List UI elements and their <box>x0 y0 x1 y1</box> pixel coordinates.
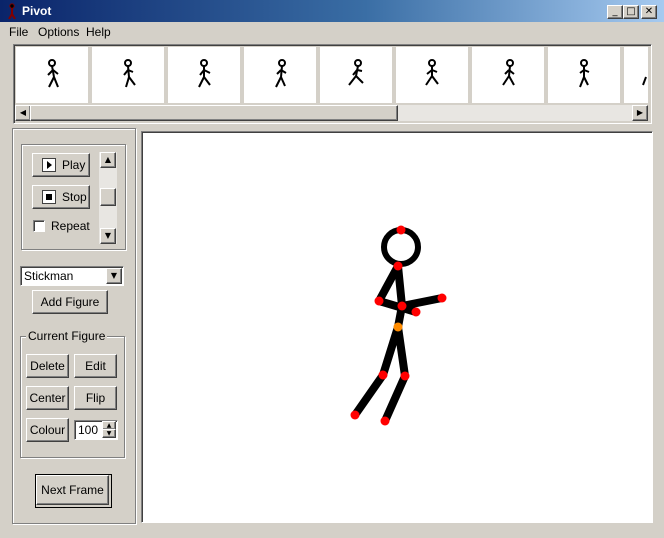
scrollbar-thumb[interactable] <box>30 105 398 121</box>
frames-strip[interactable]: ◀ ▶ <box>13 44 652 124</box>
frame-thumbnail[interactable] <box>16 47 88 103</box>
repeat-label: Repeat <box>51 219 90 233</box>
stop-label: Stop <box>62 190 87 204</box>
next-frame-button[interactable]: Next Frame <box>35 474 112 508</box>
speed-scrollbar[interactable]: ▲ ▼ <box>99 152 117 244</box>
scroll-up-arrow-icon[interactable]: ▲ <box>100 152 116 168</box>
delete-button[interactable]: Delete <box>26 354 69 378</box>
frame-thumbnail[interactable] <box>472 47 544 103</box>
next-frame-label: Next Frame <box>36 475 109 505</box>
play-label: Play <box>62 158 86 172</box>
spin-down-icon[interactable]: ▼ <box>102 429 116 438</box>
title-bar: Pivot _ □ ✕ <box>0 0 664 22</box>
figure-type-value: Stickman <box>24 269 74 283</box>
stop-icon <box>42 190 56 204</box>
frame-thumbnail[interactable] <box>548 47 620 103</box>
menu-file[interactable]: File <box>9 25 28 39</box>
repeat-checkbox[interactable] <box>33 220 45 232</box>
current-figure-group-label: Current Figure <box>26 329 108 343</box>
edit-button[interactable]: Edit <box>74 354 117 378</box>
scroll-down-arrow-icon[interactable]: ▼ <box>100 228 116 244</box>
stickman-app-icon <box>8 3 16 19</box>
scroll-left-arrow-icon[interactable]: ◀ <box>15 105 31 121</box>
frames-horizontal-scrollbar[interactable]: ◀ ▶ <box>15 105 648 121</box>
center-button[interactable]: Center <box>26 386 69 410</box>
scroll-right-arrow-icon[interactable]: ▶ <box>632 105 648 121</box>
frame-thumbnail[interactable] <box>320 47 392 103</box>
drawing-canvas[interactable] <box>141 131 653 523</box>
window-title: Pivot <box>22 4 52 18</box>
frame-thumbnail[interactable] <box>396 47 468 103</box>
stickman-figure[interactable] <box>142 132 652 522</box>
colour-button[interactable]: Colour <box>26 418 69 442</box>
size-spinner[interactable]: 100 ▲ ▼ <box>74 420 118 440</box>
frame-thumbnail[interactable] <box>168 47 240 103</box>
frame-thumbnail[interactable] <box>244 47 316 103</box>
maximize-button[interactable]: □ <box>623 5 639 19</box>
frame-thumbnail[interactable] <box>624 47 648 103</box>
figure-type-select[interactable]: Stickman ▼ <box>20 266 124 286</box>
menu-options[interactable]: Options <box>38 25 79 39</box>
play-icon <box>42 158 56 172</box>
menu-help[interactable]: Help <box>86 25 111 39</box>
add-figure-button[interactable]: Add Figure <box>32 290 108 314</box>
frame-thumbnail[interactable] <box>92 47 164 103</box>
flip-button[interactable]: Flip <box>74 386 117 410</box>
chevron-down-icon[interactable]: ▼ <box>106 268 122 284</box>
minimize-button[interactable]: _ <box>607 5 623 19</box>
size-value: 100 <box>78 423 99 437</box>
stop-button[interactable]: Stop <box>32 185 90 209</box>
speed-slider-thumb[interactable] <box>100 188 116 206</box>
play-button[interactable]: Play <box>32 153 90 177</box>
close-button[interactable]: ✕ <box>641 5 657 19</box>
